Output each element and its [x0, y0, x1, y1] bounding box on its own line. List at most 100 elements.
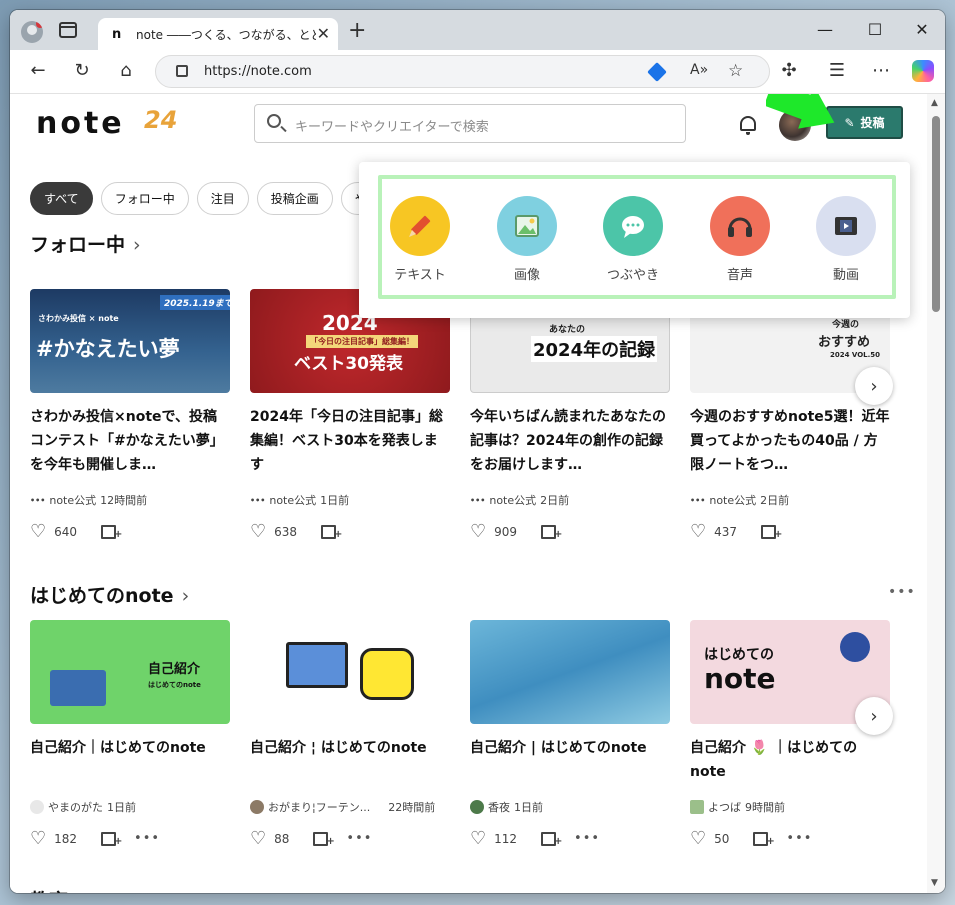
back-icon[interactable]: ← — [26, 60, 50, 81]
more-menu-icon[interactable]: ⋯ — [869, 60, 893, 81]
browser-tab[interactable]: n note ――つくる、つながる、とどける。 ✕ — [98, 18, 338, 50]
read-aloud-icon[interactable]: A» — [690, 62, 708, 78]
article-title[interactable]: 自己紹介 🌷 ｜はじめてのnote — [690, 736, 890, 784]
author-name[interactable]: note公式 — [49, 492, 96, 508]
author-name[interactable]: おがまり¦フーテン... — [268, 799, 370, 815]
author-name[interactable]: よつば — [708, 799, 741, 815]
search-input[interactable]: キーワードやクリエイターで検索 — [254, 104, 686, 143]
post-type-video[interactable]: 動画 — [806, 196, 886, 283]
add-to-magazine-icon[interactable] — [541, 524, 562, 540]
add-to-magazine-icon[interactable] — [101, 831, 122, 847]
tab-actions-icon[interactable] — [59, 22, 77, 38]
article-stats: ♡ 112 ••• — [470, 828, 600, 849]
author-name[interactable]: note公式 — [269, 492, 316, 508]
chip-following[interactable]: フォロー中 — [100, 182, 189, 215]
author-avatar[interactable] — [250, 800, 264, 814]
tab-title: note ――つくる、つながる、とどける。 — [136, 27, 316, 42]
heart-icon[interactable]: ♡ — [30, 828, 46, 849]
post-time: 22時間前 — [388, 801, 436, 814]
article-title[interactable]: 自己紹介｜はじめてのnote — [30, 736, 230, 760]
heart-icon[interactable]: ♡ — [690, 828, 706, 849]
heart-icon[interactable]: ♡ — [470, 521, 486, 542]
like-count: 50 — [714, 831, 730, 846]
thumb-caption: 今週の — [832, 320, 860, 330]
window-close-icon[interactable]: ✕ — [912, 20, 932, 39]
post-time: 1日前 — [514, 801, 543, 814]
article-title[interactable]: さわかみ投信×noteで、投稿コンテスト「#かなえたい夢」を今年も開催しま… — [30, 405, 230, 477]
add-to-magazine-icon[interactable] — [541, 831, 562, 847]
chip-featured[interactable]: 注目 — [196, 182, 249, 215]
heart-icon[interactable]: ♡ — [470, 828, 486, 849]
maximize-icon[interactable]: ☐ — [865, 20, 885, 39]
heart-icon[interactable]: ♡ — [690, 521, 706, 542]
author-name[interactable]: note公式 — [709, 492, 756, 508]
book-illustration — [50, 670, 106, 706]
home-icon[interactable]: ⌂ — [114, 60, 138, 81]
tab-close-icon[interactable]: ✕ — [317, 24, 330, 43]
article-title[interactable]: 自己紹介 ¦ はじめてのnote — [250, 736, 450, 760]
add-to-magazine-icon[interactable] — [321, 524, 342, 540]
article-title[interactable]: 2024年「今日の注目記事」総集編！ベスト30本を発表します — [250, 405, 450, 477]
heart-icon[interactable]: ♡ — [30, 521, 46, 542]
section-beginner-title[interactable]: はじめてのnote › — [30, 581, 189, 608]
minimize-icon[interactable]: — — [815, 20, 835, 39]
author-avatar[interactable] — [470, 800, 484, 814]
post-type-murmur[interactable]: つぶやき — [593, 196, 673, 283]
favorite-star-icon[interactable]: ☆ — [728, 61, 743, 81]
more-options-icon[interactable]: ••• — [134, 831, 160, 846]
favorites-icon[interactable]: ☰ — [825, 60, 849, 81]
post-type-image[interactable]: 画像 — [487, 196, 567, 283]
add-to-magazine-icon[interactable] — [761, 524, 782, 540]
page-scrollbar[interactable]: ▲ ▼ — [927, 94, 945, 893]
post-type-text[interactable]: テキスト — [380, 196, 460, 283]
section-education-label: 教育 — [30, 890, 68, 893]
thumb-caption: 2025.1.19まで — [160, 295, 230, 310]
more-options-icon[interactable]: ••• — [346, 831, 372, 846]
lock-icon[interactable] — [176, 65, 188, 77]
article-title[interactable]: 自己紹介 | はじめてのnote — [470, 736, 670, 760]
more-options-icon[interactable]: ••• — [786, 831, 812, 846]
article-title[interactable]: 今週のおすすめnote5選！近年買ってよかったもの40品 / 方限ノートをつ… — [690, 405, 890, 477]
article-meta: おがまり¦フーテン... 22時間前 — [250, 799, 435, 815]
heart-icon[interactable]: ♡ — [250, 521, 266, 542]
thumb-headline: 自己紹介 — [148, 662, 201, 677]
address-bar[interactable]: https://note.com A» ☆ — [155, 55, 770, 88]
author-avatar[interactable] — [690, 800, 704, 814]
chip-all[interactable]: すべて — [30, 182, 93, 215]
section-education-title[interactable]: 教育 › — [30, 886, 84, 893]
more-options-icon[interactable]: ••• — [574, 831, 600, 846]
scroll-down-icon[interactable]: ▼ — [931, 878, 938, 888]
post-type-menu: テキスト 画像 つぶやき 音声 動画 — [359, 162, 910, 318]
add-to-magazine-icon[interactable] — [101, 524, 122, 540]
url-text[interactable]: https://note.com — [204, 64, 312, 79]
section-following-title[interactable]: フォロー中 › — [30, 230, 141, 257]
carousel-next-button[interactable]: › — [855, 367, 893, 405]
profile-avatar[interactable] — [21, 21, 43, 43]
scroll-thumb[interactable] — [932, 116, 940, 312]
new-tab-button[interactable]: + — [348, 18, 366, 43]
chip-contest[interactable]: 投稿企画 — [256, 182, 333, 215]
section-more-icon[interactable]: ••• — [888, 890, 916, 893]
article-stats: ♡ 50 ••• — [690, 828, 812, 849]
bell-icon[interactable] — [740, 116, 756, 135]
add-to-magazine-icon[interactable] — [313, 831, 335, 847]
author-avatar[interactable] — [30, 800, 44, 814]
article-title[interactable]: 今年いちばん読まれたあなたの記事は？2024年の創作の記録をお届けします… — [470, 405, 670, 477]
author-name[interactable]: note公式 — [489, 492, 536, 508]
tag-icon[interactable] — [647, 62, 667, 82]
post-type-audio[interactable]: 音声 — [700, 196, 780, 283]
film-icon — [816, 196, 876, 256]
thumb-subtitle: はじめてのnote — [148, 681, 201, 689]
refresh-icon[interactable]: ↻ — [70, 60, 94, 81]
add-to-magazine-icon[interactable] — [753, 831, 775, 847]
author-name[interactable]: 香夜 — [488, 799, 510, 815]
thumb-headline: おすすめ — [818, 335, 871, 350]
section-more-icon[interactable]: ••• — [888, 584, 916, 600]
note-logo[interactable]: note — [36, 106, 125, 141]
extensions-icon[interactable]: ✣ — [777, 60, 801, 81]
copilot-icon[interactable] — [912, 60, 934, 82]
author-name[interactable]: やまのがた — [48, 799, 103, 815]
carousel-next-button[interactable]: › — [855, 697, 893, 735]
heart-icon[interactable]: ♡ — [250, 828, 266, 849]
scroll-up-icon[interactable]: ▲ — [931, 98, 938, 108]
